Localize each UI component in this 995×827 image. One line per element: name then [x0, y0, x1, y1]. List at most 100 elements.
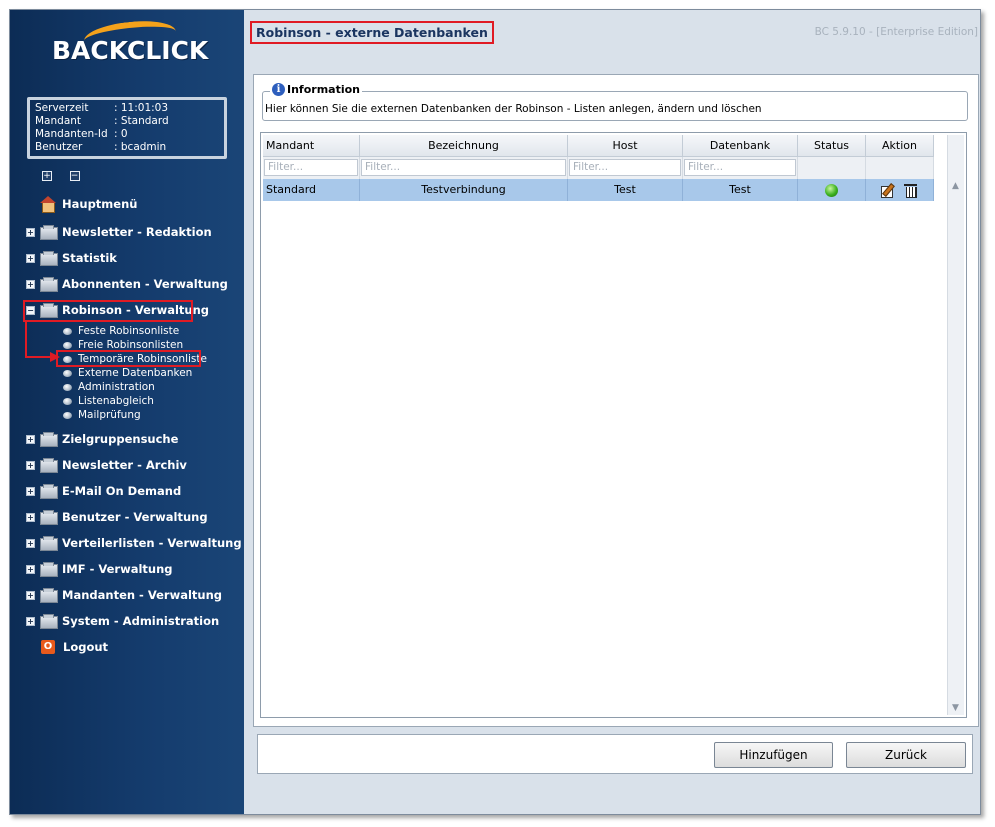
server-info-row: Mandant: Standard: [35, 115, 219, 128]
nav-system[interactable]: + System - Administration: [26, 610, 219, 632]
plus-icon[interactable]: +: [26, 486, 35, 496]
sub-item-label: Externe Datenbanken: [78, 367, 193, 379]
content-panel: i Information Hier können Sie die extern…: [253, 74, 979, 727]
server-info-label: Serverzeit: [35, 102, 89, 114]
sub-item-externe[interactable]: Externe Datenbanken: [63, 366, 192, 380]
nav-newsletter-redaktion[interactable]: + Newsletter - Redaktion: [26, 221, 212, 243]
server-info-row: Serverzeit : 11:01:03: [35, 102, 219, 115]
filter-datenbank-input[interactable]: Filter...: [684, 159, 796, 176]
nav-email-on-demand[interactable]: + E-Mail On Demand: [26, 480, 181, 502]
collapse-all-button[interactable]: −: [69, 171, 80, 181]
bullet-icon: [63, 369, 72, 377]
plus-icon[interactable]: +: [26, 538, 35, 548]
version-label: BC 5.9.10 - [Enterprise Edition]: [814, 26, 978, 38]
nav-hauptmenu[interactable]: Hauptmenü: [26, 193, 137, 215]
plus-icon[interactable]: +: [26, 227, 35, 237]
sub-item-label: Feste Robinsonliste: [78, 325, 180, 337]
server-info-label: Mandanten-Id: [35, 128, 108, 140]
highlight-robinson: [23, 300, 193, 322]
nav-zielgruppensuche[interactable]: + Zielgruppensuche: [26, 428, 178, 450]
button-bar: Hinzufügen Zurück: [257, 734, 973, 774]
filter-cell-empty: [866, 157, 934, 179]
information-fieldset: i Information Hier können Sie die extern…: [262, 83, 968, 121]
plus-icon[interactable]: +: [26, 253, 35, 263]
plus-icon[interactable]: +: [26, 616, 35, 626]
sub-item-administration[interactable]: Administration: [63, 380, 155, 394]
folder-icon: [39, 484, 58, 499]
logout-icon: O: [41, 640, 55, 654]
information-legend-label: Information: [287, 83, 360, 96]
folder-icon: [39, 251, 58, 266]
cell-status: [798, 179, 866, 201]
plus-icon[interactable]: +: [26, 590, 35, 600]
highlight-temporaere: [56, 350, 201, 367]
plus-icon[interactable]: +: [26, 279, 35, 289]
expand-all-button[interactable]: +: [42, 171, 52, 181]
nav-label: Newsletter - Archiv: [62, 458, 187, 472]
nav-abonnenten[interactable]: + Abonnenten - Verwaltung: [26, 273, 228, 295]
filter-host-input[interactable]: Filter...: [569, 159, 681, 176]
sub-item-label: Administration: [78, 381, 155, 393]
plus-icon[interactable]: +: [26, 512, 35, 522]
nav-statistik[interactable]: + Statistik: [26, 247, 117, 269]
annotation-arrow: [25, 322, 60, 362]
nav-logout[interactable]: O Logout: [26, 636, 108, 658]
sub-item-mailpruefung[interactable]: Mailprüfung: [63, 408, 141, 422]
cell-host: Test: [568, 179, 683, 201]
nav-label: Zielgruppensuche: [62, 432, 179, 446]
filter-bezeichnung-input[interactable]: Filter...: [361, 159, 566, 176]
column-header-bezeichnung[interactable]: Bezeichnung: [360, 135, 568, 157]
server-info-value: : 11:01:03: [114, 102, 169, 114]
nav-benutzer[interactable]: + Benutzer - Verwaltung: [26, 506, 208, 528]
grid-header: Mandant Bezeichnung Host Datenbank Statu…: [263, 135, 934, 157]
column-header-aktion[interactable]: Aktion: [866, 135, 934, 157]
backclick-logo: BACKCLICK: [48, 17, 209, 80]
bullet-icon: [63, 411, 72, 419]
folder-icon: [39, 588, 58, 603]
nav-label: Hauptmenü: [62, 197, 138, 211]
delete-icon[interactable]: [903, 183, 919, 198]
cell-aktion: [866, 179, 934, 201]
plus-icon[interactable]: +: [26, 564, 35, 574]
bullet-icon: [63, 341, 72, 349]
plus-icon[interactable]: +: [26, 434, 35, 444]
main-area: Robinson - externe Datenbanken BC 5.9.10…: [244, 10, 980, 814]
nav-label: Abonnenten - Verwaltung: [62, 277, 228, 291]
nav-label: Statistik: [62, 251, 117, 265]
column-header-host[interactable]: Host: [568, 135, 683, 157]
sidebar: BACKCLICK Serverzeit : 11:01:03 Mandant: …: [10, 10, 244, 814]
server-info-row: Benutzer: bcadmin: [35, 141, 219, 154]
nav-label: Verteilerlisten - Verwaltung: [62, 536, 242, 550]
nav-newsletter-archiv[interactable]: + Newsletter - Archiv: [26, 454, 187, 476]
plus-icon[interactable]: +: [26, 460, 35, 470]
filter-cell-empty: [798, 157, 866, 179]
column-header-mandant[interactable]: Mandant: [263, 135, 360, 157]
folder-icon: [39, 562, 58, 577]
nav-imf[interactable]: + IMF - Verwaltung: [26, 558, 173, 580]
sub-item-listenabgleich[interactable]: Listenabgleich: [63, 394, 154, 408]
tree-tools: + −: [42, 169, 94, 182]
sub-item-feste[interactable]: Feste Robinsonliste: [63, 324, 179, 338]
cell-mandant: Standard: [263, 179, 360, 201]
nav-verteilerlisten[interactable]: + Verteilerlisten - Verwaltung: [26, 532, 242, 554]
folder-icon: [39, 432, 58, 447]
bullet-icon: [63, 383, 72, 391]
back-button[interactable]: Zurück: [846, 742, 966, 768]
column-header-status[interactable]: Status: [798, 135, 866, 157]
edit-icon[interactable]: [880, 183, 896, 198]
scroll-down-icon[interactable]: ▼: [952, 703, 959, 713]
home-icon: [39, 196, 57, 213]
scroll-up-icon[interactable]: ▲: [952, 181, 959, 191]
folder-icon: [39, 225, 58, 240]
filter-mandant-input[interactable]: Filter...: [264, 159, 358, 176]
server-info-label: Benutzer: [35, 141, 83, 153]
add-button[interactable]: Hinzufügen: [714, 742, 833, 768]
nav-mandanten[interactable]: + Mandanten - Verwaltung: [26, 584, 222, 606]
table-row[interactable]: Standard Testverbindung Test Test: [263, 179, 934, 201]
grid-scrollbar[interactable]: ▲ ▼: [947, 135, 964, 715]
logo-text: BACKCLICK: [52, 36, 209, 65]
filter-cell: Filter...: [263, 157, 360, 179]
column-header-datenbank[interactable]: Datenbank: [683, 135, 798, 157]
sub-item-label: Mailprüfung: [78, 409, 141, 421]
nav-label: Logout: [63, 640, 109, 654]
